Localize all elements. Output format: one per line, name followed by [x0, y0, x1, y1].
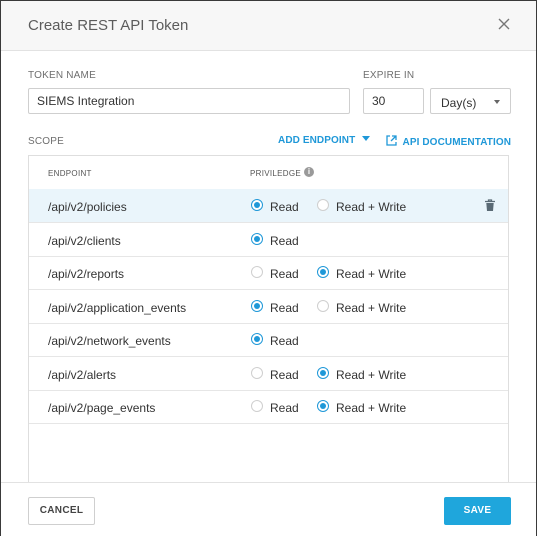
read-write-radio-label: Read + Write [336, 200, 407, 214]
scope-label: SCOPE [28, 136, 65, 147]
add-endpoint-button[interactable]: ADD ENDPOINT [278, 135, 371, 146]
dialog-title: Create REST API Token [28, 17, 189, 34]
endpoint-column-header: ENDPOINT [48, 169, 92, 178]
table-row: /api/v2/network_events Read [29, 323, 508, 357]
scope-table: ENDPOINT PRIVILEDGE i /api/v2/policies Re… [28, 155, 509, 485]
endpoint-path: /api/v2/network_events [48, 334, 171, 348]
info-icon[interactable]: i [304, 167, 314, 177]
read-radio[interactable] [251, 233, 263, 245]
api-documentation-link[interactable]: API DOCUMENTATION [386, 135, 511, 148]
read-radio-label: Read [270, 234, 299, 248]
close-icon[interactable] [496, 16, 512, 32]
expire-unit-value: Day(s) [441, 96, 477, 110]
read-radio[interactable] [251, 266, 263, 278]
read-radio-label: Read [270, 368, 299, 382]
table-row: /api/v2/policies Read Read + Write [29, 189, 508, 223]
read-write-radio-label: Read + Write [336, 368, 407, 382]
read-radio[interactable] [251, 333, 263, 345]
read-write-radio[interactable] [317, 266, 329, 278]
api-documentation-label: API DOCUMENTATION [402, 137, 512, 148]
read-write-radio[interactable] [317, 367, 329, 379]
table-row: /api/v2/clients Read [29, 223, 508, 257]
endpoint-path: /api/v2/clients [48, 234, 121, 248]
read-radio[interactable] [251, 199, 263, 211]
save-button[interactable]: SAVE [444, 497, 511, 525]
read-radio-label: Read [270, 301, 299, 315]
expire-in-label: EXPIRE IN [363, 70, 415, 81]
endpoint-path: /api/v2/reports [48, 267, 125, 281]
table-row: /api/v2/application_events Read Read + Wri… [29, 290, 508, 324]
read-radio-label: Read [270, 200, 299, 214]
read-radio-label: Read [270, 334, 299, 348]
table-row: /api/v2/page_events Read Read + Write [29, 390, 508, 424]
cancel-button[interactable]: CANCEL [28, 497, 95, 525]
endpoint-path: /api/v2/policies [48, 200, 127, 214]
privilege-column-header: PRIVILEDGE [250, 169, 302, 178]
caret-down-icon [494, 100, 500, 104]
read-radio-label: Read [270, 267, 299, 281]
read-radio-label: Read [270, 401, 299, 415]
read-write-radio[interactable] [317, 199, 329, 211]
read-write-radio[interactable] [317, 300, 329, 312]
read-radio[interactable] [251, 400, 263, 412]
endpoint-path: /api/v2/alerts [48, 368, 117, 382]
endpoint-path: /api/v2/application_events [48, 301, 187, 315]
trash-icon[interactable] [484, 199, 496, 212]
expire-value-input[interactable] [363, 88, 424, 114]
read-radio[interactable] [251, 300, 263, 312]
token-name-label: TOKEN NAME [28, 70, 96, 81]
create-token-dialog: Create REST API Token TOKEN NAME EXPIRE … [0, 0, 537, 536]
read-radio[interactable] [251, 367, 263, 379]
endpoint-path: /api/v2/page_events [48, 401, 156, 415]
table-header: ENDPOINT PRIVILEDGE i [29, 156, 508, 190]
read-write-radio-label: Read + Write [336, 267, 407, 281]
dialog-footer: CANCEL SAVE [1, 482, 536, 536]
table-row: /api/v2/alerts Read Read + Write [29, 357, 508, 391]
read-write-radio-label: Read + Write [336, 401, 407, 415]
read-write-radio[interactable] [317, 400, 329, 412]
token-name-input[interactable] [28, 88, 350, 114]
dialog-header: Create REST API Token [1, 1, 536, 51]
expire-unit-select[interactable]: Day(s) [430, 88, 511, 114]
read-write-radio-label: Read + Write [336, 301, 407, 315]
add-endpoint-label: ADD ENDPOINT [278, 135, 356, 146]
table-row: /api/v2/reports Read Read + Write [29, 256, 508, 290]
external-link-icon [386, 135, 397, 146]
caret-down-icon [362, 136, 371, 141]
